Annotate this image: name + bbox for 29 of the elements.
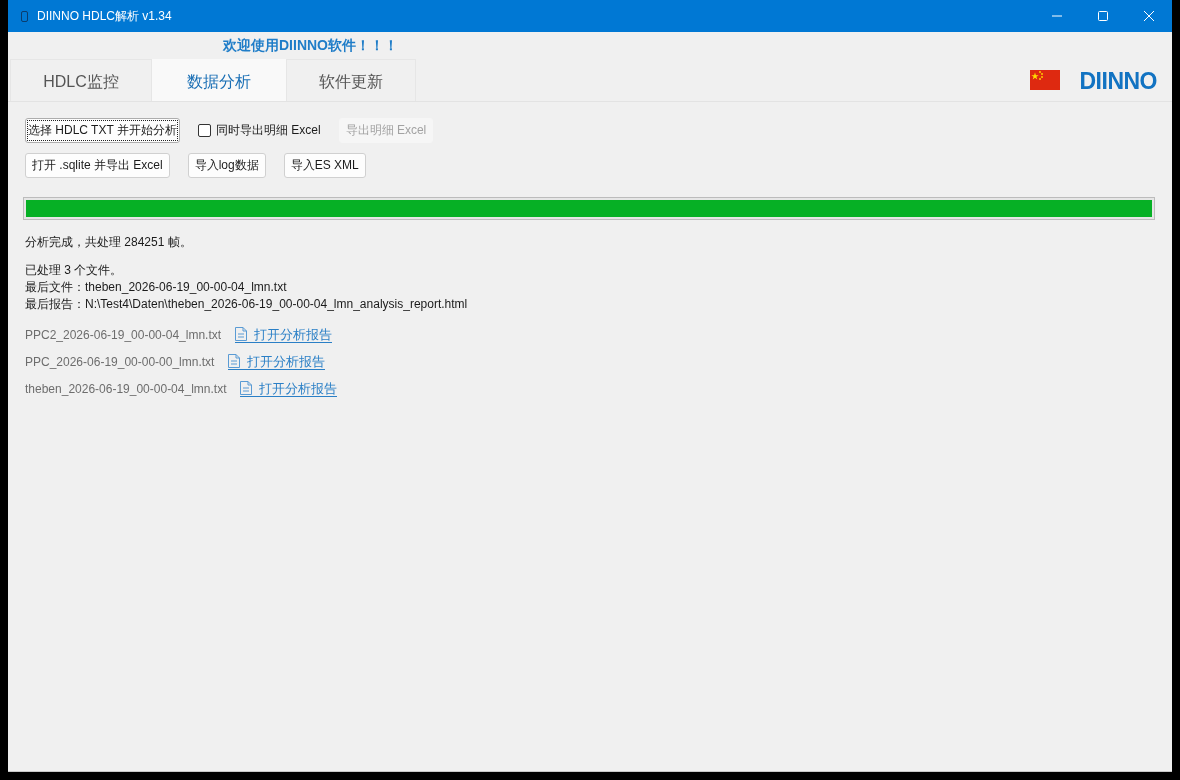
toolbar-button[interactable]: 导入log数据 — [187, 153, 266, 178]
tab[interactable]: 软件更新 — [286, 59, 416, 101]
summary-text: 已处理 3 个文件。 — [25, 262, 124, 279]
file-name: PPC2_2026-06-19_00-00-04_lmn.txt — [25, 327, 222, 342]
close-icon — [1144, 11, 1154, 21]
flag-icon — [1029, 70, 1060, 90]
document-icon — [235, 327, 248, 341]
document-icon — [240, 381, 253, 395]
checkbox[interactable] — [197, 124, 211, 137]
file-name: PPC_2026-06-19_00-00-00_lmn.txt — [25, 354, 215, 369]
report-link[interactable]: 打开分析报告 — [240, 380, 338, 397]
app-icon — [21, 10, 28, 22]
summary-text: 最后文件：theben_2026-06-19_00-00-04_lmn.txt — [25, 279, 288, 296]
toolbar-button[interactable]: 导入ES XML — [283, 153, 366, 178]
summary-text: 最后报告：N:\Test4\Daten\theben_2026-06-19_00-00-04_lmn_analysis_report.html — [25, 296, 469, 313]
status-text: 分析完成，共处理 284251 帧。 — [25, 234, 193, 251]
window-title: DIINNO HDLC解析 v1.34 — [37, 7, 172, 25]
report-link[interactable]: 打开分析报告 — [228, 353, 326, 370]
report-link[interactable]: 打开分析报告 — [235, 326, 333, 343]
welcome-heading: 欢迎使用DIINNO软件！！！ — [223, 36, 398, 55]
maximize-icon — [1098, 11, 1108, 21]
tab[interactable]: 数据分析 — [152, 59, 286, 101]
document-icon — [228, 354, 241, 368]
file-name: theben_2026-06-19_00-00-04_lmn.txt — [25, 381, 227, 396]
logo-wordmark: DIINNO — [1079, 66, 1157, 95]
checkbox-label[interactable]: 同时导出明细 Excel — [215, 122, 321, 139]
toolbar-button[interactable]: 打开 .sqlite 并导出 Excel — [25, 153, 170, 178]
toolbar-button[interactable]: 选择 HDLC TXT 并开始分析 — [25, 118, 180, 143]
tab[interactable]: HDLC监控 — [10, 59, 152, 101]
